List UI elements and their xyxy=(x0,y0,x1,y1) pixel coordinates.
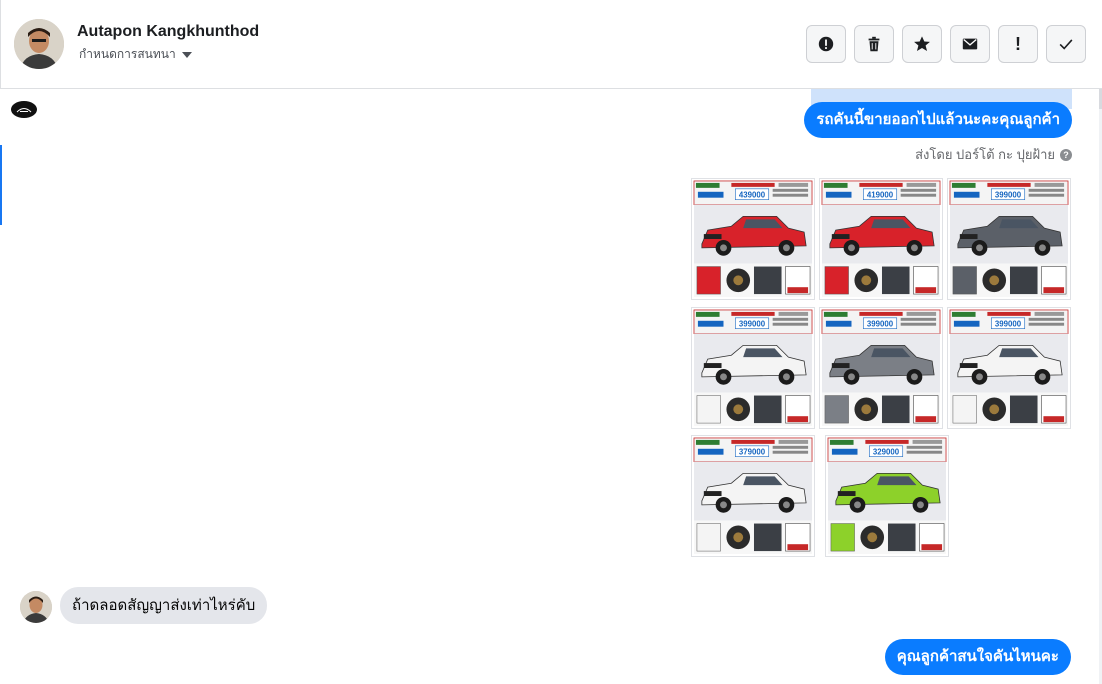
car-photo-attachment[interactable]: 399000 xyxy=(947,307,1071,429)
car-photo-attachment[interactable]: 439000 xyxy=(691,178,815,300)
car-photo-attachment[interactable]: 399000 xyxy=(691,307,815,429)
car-photo-attachment[interactable]: 329000 xyxy=(825,435,949,557)
page-logo-avatar xyxy=(11,101,37,118)
car-photo-attachment[interactable]: 399000 xyxy=(947,178,1071,300)
contact-name[interactable]: Autapon Kangkhunthod xyxy=(77,23,259,41)
alert-circle-icon xyxy=(818,36,834,52)
car-photo-attachment[interactable]: 399000 xyxy=(819,307,943,429)
star-button[interactable] xyxy=(902,25,942,63)
svg-text:329000: 329000 xyxy=(873,448,900,457)
star-icon xyxy=(914,36,930,52)
conversation-toolbar: ! xyxy=(806,25,1086,63)
selection-accent xyxy=(0,145,2,225)
conversation-header: Autapon Kangkhunthod กำหนดการสนทนา ! xyxy=(0,0,1102,89)
car-photo-image: 419000 xyxy=(820,179,942,299)
mark-done-button[interactable] xyxy=(1046,25,1086,63)
car-photo-image: 399000 xyxy=(948,308,1070,428)
car-photo-attachment[interactable]: 379000 xyxy=(691,435,815,557)
sent-by-text: ส่งโดย ปอร์โต้ กะ ปุยฝ้าย xyxy=(915,147,1055,162)
incoming-message-bubble[interactable]: ถ้าดลอดสัญญาส่งเท่าไหร่คับ xyxy=(60,587,268,624)
svg-text:399000: 399000 xyxy=(867,320,894,329)
assign-conversation-dropdown[interactable]: กำหนดการสนทนา xyxy=(79,45,192,64)
envelope-icon xyxy=(962,38,978,50)
outgoing-message-bubble[interactable]: รถคันนี้ขายออกไปแล้วนะคะคุณลูกค้า xyxy=(804,102,1072,138)
outgoing-message-bubble[interactable]: คุณลูกค้าสนใจคันไหนคะ xyxy=(884,639,1071,675)
svg-text:379000: 379000 xyxy=(739,448,766,457)
mark-spam-button[interactable] xyxy=(806,25,846,63)
mark-unread-button[interactable] xyxy=(950,25,990,63)
check-icon xyxy=(1059,39,1073,50)
car-photo-image: 399000 xyxy=(692,308,814,428)
car-photo-image: 399000 xyxy=(948,179,1070,299)
help-icon[interactable]: ? xyxy=(1060,148,1072,161)
svg-text:399000: 399000 xyxy=(739,320,766,329)
car-photo-image: 329000 xyxy=(826,436,948,556)
car-photo-image: 399000 xyxy=(820,308,942,428)
exclamation-icon: ! xyxy=(1015,34,1021,54)
car-photo-image: 379000 xyxy=(692,436,814,556)
svg-text:399000: 399000 xyxy=(995,191,1022,200)
delete-button[interactable] xyxy=(854,25,894,63)
svg-text:399000: 399000 xyxy=(995,320,1022,329)
caret-down-icon xyxy=(181,52,192,58)
customer-avatar[interactable] xyxy=(20,591,52,623)
assign-conversation-label: กำหนดการสนทนา xyxy=(79,47,176,61)
svg-text:419000: 419000 xyxy=(867,191,894,200)
sent-by-label: ส่งโดย ปอร์โต้ กะ ปุยฝ้าย ? xyxy=(915,144,1072,165)
car-photo-image: 439000 xyxy=(692,179,814,299)
svg-text:439000: 439000 xyxy=(739,191,766,200)
follow-up-button[interactable]: ! xyxy=(998,25,1038,63)
trash-icon xyxy=(868,36,880,52)
car-photo-attachment[interactable]: 419000 xyxy=(819,178,943,300)
contact-avatar[interactable] xyxy=(14,19,64,69)
